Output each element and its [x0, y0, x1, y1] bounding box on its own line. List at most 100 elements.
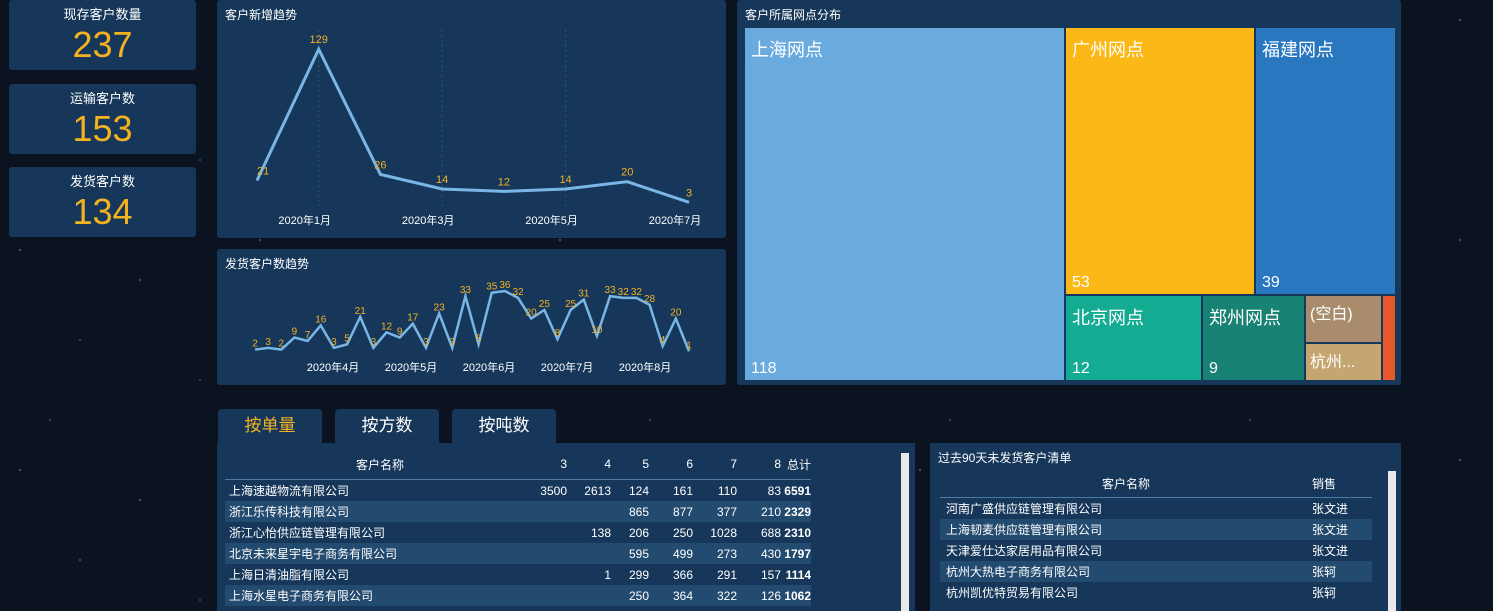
table-header-row: 客户名称 3 4 5 6 7 8 总计: [225, 449, 811, 480]
table-row[interactable]: 上海水星电子商务有限公司 250 364 322 126 1062: [225, 585, 811, 606]
value-cell: 877: [672, 504, 693, 519]
tab-by-weight[interactable]: 按吨数: [452, 409, 556, 443]
data-label: 28: [644, 294, 656, 305]
column-header-month-8[interactable]: 8: [737, 449, 781, 480]
new-customer-trend-panel: 客户新增趋势 21 129 26 14 12 14 20 3 2020年1月 2020年3月 202…: [217, 0, 726, 238]
value-cell: 364: [672, 588, 693, 603]
kpi-value: 134: [72, 191, 133, 232]
list-item[interactable]: 天津爱仕达家居用品有限公司 张文进: [940, 540, 1372, 561]
data-label: 33: [605, 285, 617, 296]
table-row[interactable]: 浙江心怡供应链管理有限公司 138 206 250 1028 688 2310: [225, 522, 811, 543]
customer-volume-table-panel: 客户名称 3 4 5 6 7 8 总计 上海速越物流有限公司 3500 2613 12…: [217, 443, 915, 611]
column-header-month-5[interactable]: 5: [611, 449, 649, 480]
data-label: 2: [252, 339, 258, 350]
value-cell: 299: [628, 567, 649, 582]
data-label: 35: [486, 282, 498, 293]
tab-by-volume[interactable]: 按方数: [335, 409, 439, 443]
column-header-month-6[interactable]: 6: [649, 449, 693, 480]
treemap-cell[interactable]: 上海网点 118: [744, 27, 1065, 381]
table-row[interactable]: 浙江乐传科技有限公司 865 877 377 210 2329: [225, 501, 811, 522]
list-item[interactable]: 河南广盛供应链管理有限公司 张文进: [940, 497, 1372, 519]
value-cell: 499: [672, 546, 693, 561]
data-label: 12: [498, 176, 510, 188]
data-label: 3: [265, 337, 271, 348]
data-label: 25: [565, 299, 577, 310]
table-row[interactable]: 北京未来星宇电子商务有限公司 595 499 273 430 1797: [225, 543, 811, 564]
data-label: 21: [355, 306, 367, 317]
treemap-cell[interactable]: 郑州网点 9: [1202, 295, 1305, 381]
column-header-sales[interactable]: 销售: [1312, 469, 1372, 498]
value-cell: 206: [628, 525, 649, 540]
value-cell: 124: [628, 483, 649, 498]
x-axis-label: 2020年1月: [278, 213, 331, 227]
kpi-label: 发货客户数: [69, 174, 135, 189]
customer-name-cell: 浙江心怡供应链管理有限公司: [229, 526, 386, 540]
treemap-cell-value: 9: [1209, 360, 1218, 377]
table-row[interactable]: 上海日清油脂有限公司 1 299 366 291 157 1114: [225, 564, 811, 585]
table-row[interactable]: 上海速越物流有限公司 3500 2613 124 161 110 83 6591: [225, 479, 811, 501]
treemap-cell[interactable]: 福建网点 39: [1255, 27, 1396, 295]
column-header-month-7[interactable]: 7: [693, 449, 737, 480]
table-header-row: 客户名称 销售: [940, 469, 1372, 498]
column-header-month-4[interactable]: 4: [567, 449, 611, 480]
data-label: 14: [559, 174, 571, 186]
customer-name-cell: 上海速越物流有限公司: [229, 484, 350, 498]
value-cell: 250: [672, 525, 693, 540]
list-item[interactable]: 上海韧麦供应链管理有限公司 张文进: [940, 519, 1372, 540]
total-cell: 2310: [784, 525, 811, 540]
data-label: 7: [305, 330, 311, 341]
list-scrollbar[interactable]: [1388, 471, 1396, 611]
x-axis-label: 2020年5月: [385, 360, 438, 374]
value-cell: 110: [717, 483, 737, 498]
treemap-cell-value: 12: [1072, 360, 1090, 377]
data-label: 5: [476, 333, 482, 344]
list-item[interactable]: 杭州凯优特贸易有限公司 张轲: [940, 582, 1372, 603]
data-label: 1: [686, 340, 692, 351]
customer-name-cell: 浙江乐传科技有限公司: [229, 505, 350, 519]
kpi-card-existing-customers: 现存客户数量 237: [9, 0, 196, 70]
treemap-cell[interactable]: (空白): [1305, 295, 1382, 343]
value-cell: 3500: [540, 483, 567, 498]
data-label: 33: [460, 285, 472, 296]
list-item[interactable]: 杭州大热电子商务有限公司 张轲: [940, 561, 1372, 582]
data-label: 14: [436, 174, 448, 186]
treemap-cell-value: 118: [751, 360, 777, 377]
data-label: 3: [331, 337, 337, 348]
treemap-cell-label: 广州网点: [1072, 40, 1144, 60]
total-cell: 1114: [785, 567, 811, 582]
value-cell: [535, 585, 567, 606]
value-cell: [567, 501, 611, 522]
column-header-total[interactable]: 总计: [781, 449, 811, 480]
data-label: 9: [292, 327, 298, 338]
data-label: 5: [344, 333, 350, 344]
total-cell: 2329: [784, 504, 811, 519]
data-label: 16: [315, 314, 327, 325]
data-label: 31: [578, 289, 590, 300]
sales-cell: 张文进: [1312, 502, 1349, 516]
column-header-month-3[interactable]: 3: [535, 449, 567, 480]
data-label: 3: [449, 337, 455, 348]
value-cell: 138: [590, 525, 611, 540]
treemap-cell[interactable]: 杭州...: [1305, 343, 1382, 381]
treemap-cell[interactable]: 广州网点 53: [1065, 27, 1255, 295]
data-label: 32: [631, 287, 643, 298]
treemap-cell[interactable]: [1382, 295, 1396, 381]
column-header-customer-name[interactable]: 客户名称: [940, 469, 1312, 498]
table-scrollbar[interactable]: [901, 453, 909, 611]
column-header-customer-name[interactable]: 客户名称: [225, 449, 535, 480]
value-cell: 2613: [584, 483, 611, 498]
branch-distribution-panel: 客户所属网点分布 上海网点 118 广州网点 53 福建网点 39 北京网点 12 郑州网点 9 (…: [737, 0, 1401, 385]
data-label: 21: [257, 165, 269, 177]
tab-by-orders[interactable]: 按单量: [218, 409, 322, 443]
data-label: 17: [407, 313, 419, 324]
shipping-customer-line-chart: 2 3 29 7163 521312 917323333535 36322025825311…: [252, 280, 692, 374]
value-cell: 157: [760, 567, 781, 582]
treemap-cell-label: 上海网点: [751, 40, 823, 60]
x-axis-label: 2020年4月: [307, 360, 360, 374]
data-label: 25: [539, 299, 551, 310]
x-axis-label: 2020年6月: [463, 360, 516, 374]
treemap-cell-value: 39: [1262, 274, 1280, 291]
customer-name-cell: 上海日清油脂有限公司: [229, 568, 350, 582]
treemap-cell[interactable]: 北京网点 12: [1065, 295, 1202, 381]
data-label: 8: [555, 328, 561, 339]
